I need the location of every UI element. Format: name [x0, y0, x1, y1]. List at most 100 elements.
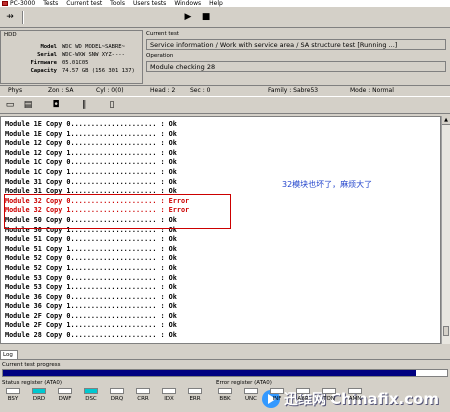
print-icon[interactable]: ▤ — [20, 98, 36, 113]
hdd-capacity-value: 74.57 GB (156 301 137) — [62, 68, 135, 74]
log-line: Module 36 Copy 0..................... : … — [5, 292, 177, 301]
led-abr — [296, 388, 310, 394]
pause-icon[interactable]: ∥ — [76, 98, 92, 113]
log-line: Module 12 Copy 0..................... : … — [5, 139, 177, 148]
menu-help[interactable]: Help — [209, 0, 223, 7]
menu-pc3000[interactable]: PC-3000 — [10, 0, 35, 7]
log-line: Module 31 Copy 0..................... : … — [5, 177, 177, 186]
scroll-thumb[interactable] — [443, 326, 449, 336]
hdd-firmware-row: Firmware 05.01C05 — [1, 60, 141, 67]
log-line: Module 52 Copy 1..................... : … — [5, 263, 177, 272]
scroll-up-icon[interactable]: ▲ — [442, 116, 450, 125]
led-label-inf: INF — [272, 396, 282, 402]
menu-current-test[interactable]: Current test — [66, 0, 102, 7]
head-value: Head : 2 — [150, 87, 176, 94]
stop-icon[interactable]: ■ — [198, 10, 214, 25]
menu-tools[interactable]: Tools — [110, 0, 125, 7]
led-dsc — [84, 388, 98, 394]
main-toolbar: ⇸ ▶ ■ — [0, 8, 450, 28]
menu-tests[interactable]: Tests — [43, 0, 58, 7]
log-toolbar: ▭ ▤ ◘ ∥ ▯ — [0, 96, 450, 114]
cyl-value: Cyl : 0(0) — [96, 87, 124, 94]
log-line: Module 51 Copy 1..................... : … — [5, 244, 177, 253]
led-inf — [270, 388, 284, 394]
led-err — [188, 388, 202, 394]
clear-log-icon[interactable]: ▭ — [2, 98, 18, 113]
log-window[interactable]: Module 1E Copy 0..................... : … — [0, 116, 441, 344]
hdd-info-panel: HDD Model WDC WD MODEL~SABRE~ Serial WDC… — [0, 30, 143, 84]
hdd-firmware-label: Firmware — [30, 60, 58, 66]
led-label-crr: CRR — [137, 396, 149, 402]
annotation-text: 32模块也坏了，麻烦大了 — [282, 180, 373, 189]
current-test-panel: Current test Service information / Work … — [144, 30, 448, 84]
phys-label: Phys — [8, 87, 23, 94]
hdd-model-value: WDC WD MODEL~SABRE~ — [62, 44, 125, 50]
led-label-abr: ABR — [297, 396, 309, 402]
hdd-capacity-label: Capacity — [30, 68, 58, 74]
log-line: Module 1E Copy 0..................... : … — [5, 120, 177, 128]
sec-value: Sec : 0 — [190, 87, 211, 94]
led-drq — [110, 388, 124, 394]
tab-divider — [0, 359, 450, 360]
log-view-icon[interactable]: ▯ — [104, 98, 120, 113]
log-line: Module 53 Copy 1..................... : … — [5, 283, 177, 292]
operation-title: Operation — [146, 53, 174, 59]
menu-windows[interactable]: Windows — [174, 0, 201, 7]
led-label-drd: DRD — [32, 396, 46, 402]
menu-items: PC-3000 Tests Current test Tools Users t… — [10, 0, 223, 7]
status-register-title: Status register (ATA0) — [2, 380, 63, 386]
family-value: Family : Sabre53 — [268, 87, 319, 94]
current-test-field: Service information / Work with service … — [146, 39, 446, 50]
led-label-dwf: DWF — [58, 396, 72, 402]
log-line: Module 51 Copy 0..................... : … — [5, 235, 177, 244]
led-label-dsc: DSC — [85, 396, 97, 402]
led-idx — [162, 388, 176, 394]
hdd-model-row: Model WDC WD MODEL~SABRE~ — [1, 44, 141, 51]
connect-icon[interactable]: ⇸ — [2, 10, 18, 25]
log-line: Module 1C Copy 0..................... : … — [5, 158, 177, 167]
led-ton — [322, 388, 336, 394]
led-label-err: ERR — [189, 396, 201, 402]
led-crr — [136, 388, 150, 394]
log-line: Module 36 Copy 1..................... : … — [5, 302, 177, 311]
log-line: Module 52 Copy 0..................... : … — [5, 254, 177, 263]
hdd-serial-value: WDC-WXW SNW XYZ---- — [62, 52, 125, 58]
log-line: Module 53 Copy 0..................... : … — [5, 273, 177, 282]
led-label-bsy: BSY — [7, 396, 19, 402]
led-dwf — [58, 388, 72, 394]
log-scrollbar[interactable]: ▲ — [441, 116, 450, 344]
led-label-ton: TON — [323, 396, 335, 402]
led-label-drq: DRQ — [110, 396, 124, 402]
app-icon — [2, 1, 8, 6]
led-amn — [348, 388, 362, 394]
zone-value: Zon : SA — [48, 87, 74, 94]
log-tab[interactable]: Log — [0, 350, 18, 359]
hdd-panel-title: HDD — [4, 32, 17, 38]
progress-label: Current test progress — [2, 362, 61, 368]
log-lines: Module 1E Copy 0..................... : … — [5, 120, 189, 341]
led-unc — [244, 388, 258, 394]
hdd-model-label: Model — [40, 44, 57, 50]
log-line: Module 2F Copy 0..................... : … — [5, 311, 177, 320]
toolbar-separator — [22, 11, 24, 24]
progress-fill — [3, 370, 416, 376]
log-line: Module 2F Copy 1..................... : … — [5, 321, 177, 330]
menu-users-tests[interactable]: Users tests — [133, 0, 166, 7]
log-line: Module 12 Copy 1..................... : … — [5, 148, 177, 157]
operation-field: Module checking 28 — [146, 61, 446, 72]
mode-value: Mode : Normal — [350, 87, 394, 94]
play-icon[interactable]: ▶ — [180, 10, 196, 25]
led-label-unc: UNC — [245, 396, 257, 402]
progress-bar — [2, 369, 448, 377]
led-label-amn: AMN — [348, 396, 362, 402]
led-drd — [32, 388, 46, 394]
led-label-bbk: BBK — [219, 396, 231, 402]
hdd-firmware-value: 05.01C05 — [62, 60, 89, 66]
save-log-icon[interactable]: ◘ — [48, 98, 64, 113]
error-highlight-box — [4, 194, 231, 229]
log-line: Module 1C Copy 1..................... : … — [5, 167, 177, 176]
led-bbk — [218, 388, 232, 394]
log-line: Module 1E Copy 1..................... : … — [5, 129, 177, 138]
hdd-serial-label: Serial — [37, 52, 57, 58]
led-label-idx: IDX — [164, 396, 174, 402]
